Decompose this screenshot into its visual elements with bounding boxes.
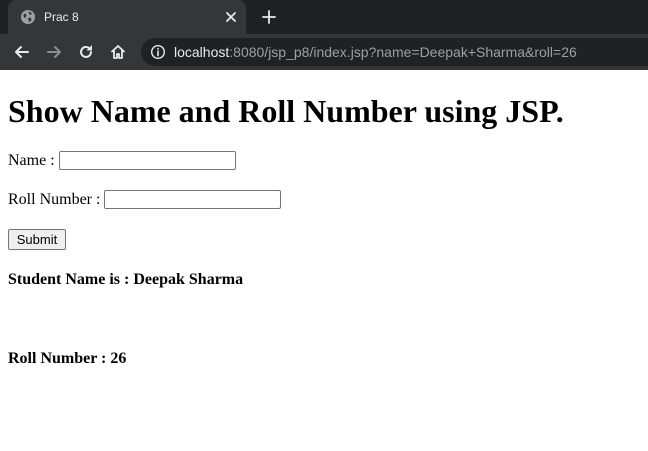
url-text[interactable]: localhost:8080/jsp_p8/index.jsp?name=Dee… — [174, 44, 577, 60]
page-title: Show Name and Roll Number using JSP. — [8, 93, 564, 129]
reload-icon[interactable] — [77, 43, 95, 61]
info-icon[interactable] — [150, 44, 166, 60]
browser-tab[interactable]: Prac 8 — [8, 0, 246, 34]
tab-title: Prac 8 — [44, 10, 79, 24]
roll-number-result: Roll Number : 26 — [8, 350, 127, 367]
globe-icon — [21, 10, 35, 24]
close-icon[interactable] — [224, 10, 238, 24]
roll-number-input[interactable] — [104, 190, 281, 209]
name-label: Name : — [8, 152, 55, 169]
back-arrow-icon[interactable] — [13, 43, 31, 61]
tab-strip: Prac 8 — [0, 0, 648, 34]
url-path: :8080/jsp_p8/index.jsp?name=Deepak+Sharm… — [229, 44, 577, 60]
student-name-result: Student Name is : Deepak Sharma — [8, 271, 244, 288]
roll-number-label: Roll Number : — [8, 191, 101, 208]
submit-button[interactable]: Submit — [8, 229, 66, 250]
plus-icon[interactable] — [261, 9, 277, 25]
name-input[interactable] — [59, 151, 236, 170]
page-content: Show Name and Roll Number using JSP. Nam… — [0, 70, 648, 451]
forward-arrow-icon[interactable] — [45, 43, 63, 61]
home-icon[interactable] — [109, 43, 127, 61]
url-host: localhost — [174, 44, 230, 60]
